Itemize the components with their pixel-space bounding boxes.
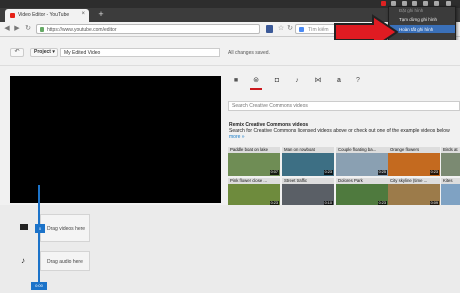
menu-item-pause-recording[interactable]: Tạm dừng ghi hình (399, 17, 437, 22)
thumbnail-title: Pink flower close ... (228, 178, 280, 184)
tab-creative-commons[interactable]: ⊜ (250, 76, 262, 86)
back-arrow-icon[interactable]: ◀ (3, 25, 11, 33)
video-thumbnail[interactable]: Orange flowers 0:23 (388, 147, 440, 176)
cc-search-input[interactable] (228, 101, 460, 111)
lock-icon (40, 27, 44, 32)
thumbnail-title: Couple floating ba... (336, 147, 388, 153)
tab-transitions[interactable]: ⋈ (312, 76, 324, 86)
music-note-icon: ♪ (295, 77, 299, 84)
playhead-handle[interactable]: 0 (35, 224, 45, 233)
facebook-icon[interactable] (266, 25, 273, 33)
address-bar[interactable]: https://www.youtube.com/editor (36, 24, 260, 34)
video-thumbnail[interactable]: Pink flower close ... 0:23 (228, 178, 280, 207)
playhead-time: 0:00 (31, 282, 47, 290)
thumbnail-duration: 0:23 (323, 170, 333, 175)
menu-item-finish-recording[interactable]: Hoàn tất ghi hình (399, 27, 433, 32)
thumbnail-duration: 0:07 (269, 170, 279, 175)
tab-text[interactable]: a (333, 76, 345, 86)
photo-camera-icon: ◘ (274, 77, 280, 84)
video-thumbnail[interactable]: Dolores Park 0:23 (336, 178, 388, 207)
youtube-favicon-icon (10, 13, 15, 18)
video-track-label: Drag videos here (47, 226, 86, 232)
tab-audio[interactable]: ♪ (291, 76, 303, 86)
thumbnail-title: Dolores Park (336, 178, 388, 184)
video-track-icon (20, 224, 28, 230)
thumbnail-title: Orange flowers (388, 147, 440, 153)
video-thumbnail[interactable]: Paddle boat on lake 0:07 (228, 147, 280, 176)
thumbnail-title: Birds at (441, 147, 460, 153)
video-thumbnail[interactable]: Street traffic 0:10 (282, 178, 334, 207)
reload-icon[interactable]: ↻ (24, 25, 32, 33)
tab-close-icon[interactable]: × (81, 11, 85, 17)
refresh-icon[interactable]: ↻ (286, 25, 294, 33)
help-icon: ? (356, 77, 360, 84)
tab-help[interactable]: ? (352, 76, 364, 86)
audio-track-dropzone[interactable]: Drag audio here (40, 251, 90, 271)
save-status: All changes saved. (228, 50, 270, 56)
bookmark-icon[interactable]: ☆ (277, 25, 285, 33)
audio-track-label: Drag audio here (47, 259, 83, 265)
search-placeholder: Tìm kiếm (308, 26, 329, 33)
text-icon: a (337, 77, 341, 84)
video-thumbnail[interactable]: Couple floating ba... 0:25 (336, 147, 388, 176)
video-preview[interactable] (10, 76, 221, 203)
remix-section-description: Search for Creative Commons licensed vid… (229, 128, 450, 134)
search-engine-icon (299, 27, 304, 32)
project-title-input[interactable] (60, 48, 220, 57)
thumbnail-title: Kites (441, 178, 460, 184)
project-menu-button[interactable]: Project ▾ (30, 48, 58, 57)
video-thumbnail[interactable]: Kites (441, 178, 460, 207)
more-link[interactable]: more » (229, 134, 245, 140)
playhead-line[interactable] (38, 185, 40, 288)
record-indicator-icon[interactable] (381, 1, 386, 6)
video-thumbnail[interactable]: Birds at (441, 147, 460, 176)
audio-track-icon: ♪ (21, 256, 25, 265)
thumbnail-title: Man on rowboat (282, 147, 334, 153)
undo-button[interactable]: ↶ (10, 48, 24, 57)
thumbnail-title: Paddle boat on lake (228, 147, 280, 153)
video-camera-icon: ■ (233, 77, 239, 84)
creative-commons-icon: ⊜ (253, 77, 259, 84)
forward-arrow-icon[interactable]: ▶ (13, 25, 21, 33)
thumbnail-image (441, 153, 460, 176)
transitions-icon: ⋈ (314, 77, 322, 84)
thumbnail-duration: 0:23 (429, 170, 439, 175)
tab-title: Video Editor - YouTube (18, 12, 70, 18)
video-thumbnail[interactable]: City skyline (time ... 0:09 (388, 178, 440, 207)
active-tab-indicator (250, 88, 262, 90)
video-track-dropzone[interactable]: Drag videos here (40, 214, 90, 242)
video-thumbnail[interactable]: Man on rowboat 0:23 (282, 147, 334, 176)
menu-item-start-recording[interactable]: Đặt ghi hình (399, 8, 423, 13)
thumbnail-title: City skyline (time ... (388, 178, 440, 184)
browser-tab[interactable]: Video Editor - YouTube × (5, 9, 89, 22)
new-tab-button[interactable]: + (95, 9, 107, 20)
url-text: https://www.youtube.com/editor (47, 26, 117, 33)
thumbnail-image (441, 184, 460, 207)
thumbnail-duration: 0:25 (377, 170, 387, 175)
tab-my-videos[interactable]: ■ (230, 76, 242, 86)
tab-photos[interactable]: ◘ (271, 76, 283, 86)
thumbnail-title: Street traffic (282, 178, 334, 184)
